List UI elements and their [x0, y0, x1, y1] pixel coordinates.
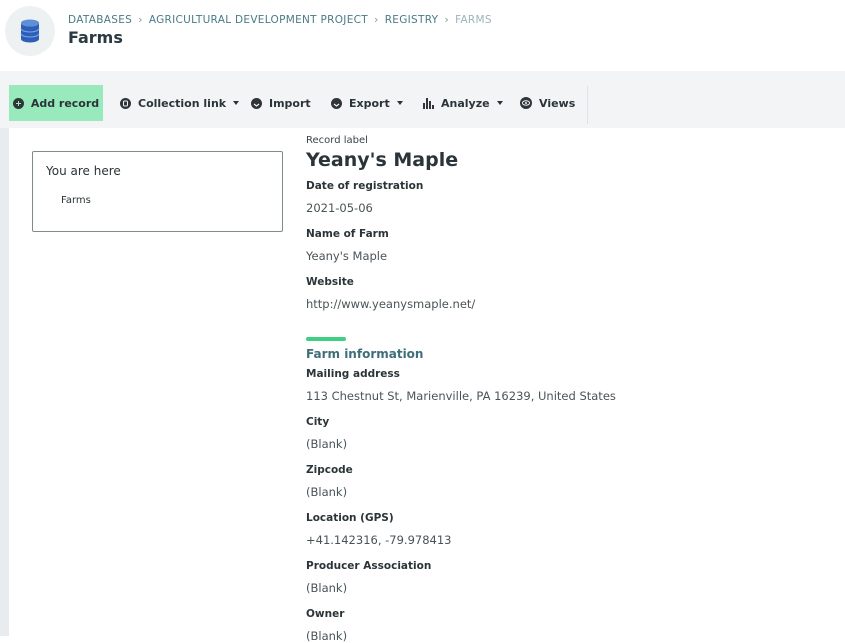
field-value: 2021-05-06 [306, 201, 373, 215]
analyze-button[interactable]: Analyze [423, 85, 503, 121]
plus-circle-icon [12, 97, 24, 109]
field-label: Location (GPS) [306, 512, 394, 524]
breadcrumb-project[interactable]: AGRICULTURAL DEVELOPMENT PROJECT [149, 14, 368, 26]
chevron-right-icon: › [138, 13, 143, 26]
breadcrumb-databases[interactable]: DATABASES [68, 14, 132, 26]
chevron-right-icon: › [373, 13, 379, 26]
page-header: DATABASES › AGRICULTURAL DEVELOPMENT PRO… [0, 0, 845, 70]
breadcrumb: DATABASES › AGRICULTURAL DEVELOPMENT PRO… [68, 13, 492, 26]
you-are-here-panel: You are here Farms [32, 151, 283, 232]
add-record-button[interactable]: Add record [9, 85, 103, 121]
field-value: (Blank) [306, 629, 348, 643]
import-label: Import [269, 96, 311, 110]
bar-chart-icon [423, 97, 434, 109]
breadcrumb-farms: FARMS [455, 13, 492, 26]
you-are-here-item-farms[interactable]: Farms [61, 195, 91, 206]
link-icon [120, 97, 131, 109]
caret-down-icon [496, 101, 503, 105]
field-label: Zipcode [306, 464, 353, 476]
field-value: +41.142316, -79.978413 [306, 533, 452, 547]
field-value: (Blank) [306, 581, 348, 595]
field-label: Mailing address [306, 368, 400, 380]
eye-icon [520, 97, 532, 109]
left-strip [0, 128, 9, 636]
record-label-caption: Record label [306, 135, 368, 146]
caret-down-icon [396, 101, 403, 105]
record-title: Yeany's Maple [306, 149, 459, 171]
database-icon [5, 6, 55, 56]
analyze-label: Analyze [441, 96, 490, 110]
breadcrumb-registry[interactable]: REGISTRY [385, 14, 439, 26]
toolbar: Add record Collection link Import Export… [0, 71, 845, 128]
import-button[interactable]: Import [251, 85, 311, 121]
you-are-here-title: You are here [46, 164, 121, 178]
chevron-right-icon: › [444, 13, 450, 26]
views-label: Views [539, 96, 576, 110]
export-label: Export [349, 96, 390, 110]
field-value: (Blank) [306, 485, 348, 499]
section-accent-bar [306, 337, 346, 341]
field-label: Name of Farm [306, 228, 389, 240]
field-label: City [306, 416, 330, 428]
field-label: Producer Association [306, 560, 432, 572]
field-value: 113 Chestnut St, Marienville, PA 16239, … [306, 389, 616, 403]
field-label: Date of registration [306, 180, 424, 192]
export-button[interactable]: Export [331, 85, 403, 121]
export-icon [331, 97, 342, 109]
add-record-label: Add record [30, 96, 100, 110]
collection-link-button[interactable]: Collection link [120, 85, 240, 121]
views-button[interactable]: Views [520, 85, 575, 121]
import-icon [251, 97, 262, 109]
field-label: Owner [306, 608, 345, 620]
page-title: Farms [68, 28, 123, 47]
toolbar-divider [587, 86, 588, 124]
field-label: Website [306, 276, 354, 288]
section-title: Farm information [306, 347, 424, 361]
collection-link-label: Collection link [138, 96, 227, 110]
field-value: Yeany's Maple [306, 249, 388, 263]
field-value: (Blank) [306, 437, 348, 451]
website-link[interactable]: http://www.yeanysmaple.net/ [306, 297, 475, 311]
caret-down-icon [233, 101, 240, 105]
